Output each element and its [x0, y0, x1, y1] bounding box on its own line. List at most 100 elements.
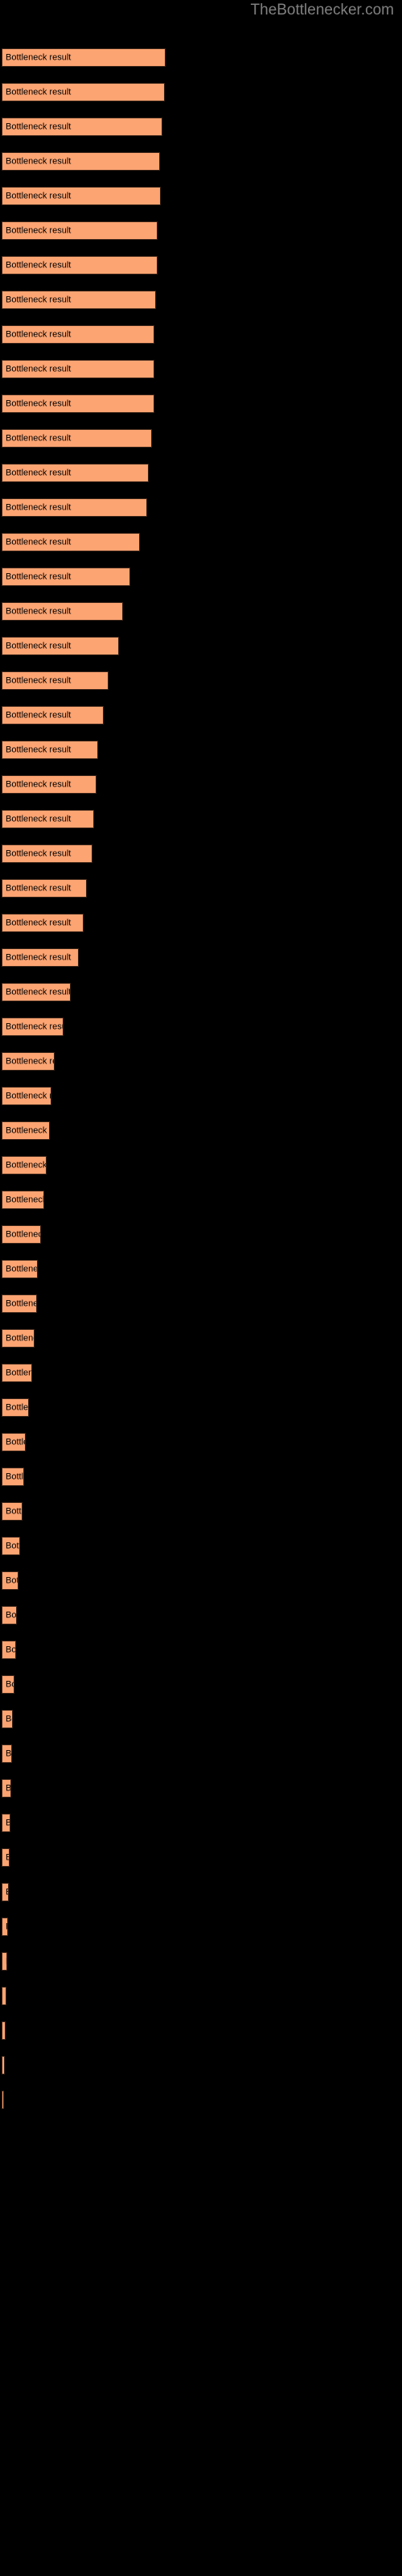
bar-label: Bottleneck result	[6, 1748, 12, 1758]
bar-item[interactable]: Bottleneck result	[2, 1225, 41, 1244]
bar-item[interactable]: Bottleneck result	[2, 152, 160, 171]
bar-item[interactable]: Bottleneck result	[2, 1744, 12, 1763]
bar-label: Bottleneck result	[6, 1022, 63, 1031]
bar-label: Bottleneck result	[6, 1645, 16, 1654]
bar-item[interactable]: Bottleneck result	[2, 1121, 50, 1140]
bar-item[interactable]: Bottleneck result	[2, 187, 161, 205]
bar-item[interactable]: Bottleneck result	[2, 1433, 26, 1451]
bar-item[interactable]: Bottleneck result	[2, 1848, 10, 1867]
bar-item[interactable]: Bottleneck result	[2, 360, 154, 378]
bar-label: Bottleneck result	[6, 952, 72, 962]
bar-label: Bottleneck result	[6, 606, 72, 616]
bar-item[interactable]: Bottleneck result	[2, 1398, 29, 1417]
bar-item[interactable]: Bottleneck result	[2, 1364, 32, 1382]
bar-item[interactable]: Bottleneck result	[2, 1018, 64, 1036]
bar-item[interactable]: Bottleneck result	[2, 1571, 18, 1590]
bar-label: Bottleneck result	[6, 1298, 36, 1308]
bar-item[interactable]: Bottleneck result	[2, 48, 166, 67]
bar-series: Bottleneck result Bottleneck result Bottle…	[0, 0, 402, 2576]
bar-item[interactable]: Bottleneck result	[2, 83, 165, 101]
bar-item[interactable]: Bottleneck result	[2, 1537, 20, 1555]
bar-item[interactable]: Bottleneck result	[2, 948, 79, 967]
bar-item[interactable]: Bottleneck result	[2, 118, 162, 136]
bar-label: Bottleneck result	[6, 918, 72, 927]
bar-label: Bottleneck result	[6, 364, 72, 374]
bar-label: Bottleneck result	[6, 502, 72, 512]
bar-item[interactable]: Bottleneck result	[2, 1294, 37, 1313]
bar-item[interactable]: Bottleneck result	[2, 914, 84, 932]
bar-item[interactable]: Bottleneck result	[2, 810, 94, 828]
bar-item[interactable]: Bottleneck result	[2, 1641, 16, 1659]
bar-item[interactable]: Bottleneck result	[2, 1814, 10, 1832]
bar-item[interactable]: Bottleneck result	[2, 1329, 35, 1348]
bar-label: Bottleneck result	[6, 848, 72, 858]
bar-label: Bottleneck result	[6, 1472, 24, 1481]
bar-item[interactable]: Bottleneck result	[2, 1710, 13, 1728]
bar-item[interactable]: Bottleneck result	[2, 637, 119, 655]
bar-label: Bottleneck result	[6, 260, 72, 270]
bar-label: Bottleneck result	[6, 641, 72, 650]
bar-item[interactable]: Bottleneck result	[2, 1883, 9, 1901]
bar-label: Bottleneck result	[6, 398, 72, 408]
bar-item[interactable]: Bottleneck result	[2, 221, 158, 240]
bar-label: Bottleneck result	[6, 122, 72, 131]
bar-item[interactable]: Bottleneck result	[2, 844, 92, 863]
bar-label: Bottleneck result	[6, 1852, 9, 1863]
bar-item[interactable]: Bottleneck result	[2, 1675, 14, 1694]
bar-item[interactable]: Bottleneck result	[2, 533, 140, 551]
bar-label: Bottleneck result	[6, 1887, 8, 1897]
bar-label: Bottleneck result	[6, 433, 72, 443]
bar-label: Bottleneck result	[6, 537, 72, 547]
bar-label: Bottleneck result	[6, 1922, 7, 1932]
bar-item[interactable]: Bottleneck result	[2, 394, 154, 413]
bar-item[interactable]: Bottleneck result	[2, 1468, 24, 1486]
bar-item[interactable]: Bottleneck result	[2, 1918, 8, 1936]
bar-item[interactable]: Bottleneck result	[2, 706, 104, 724]
bar-item[interactable]: Bottleneck result	[2, 498, 147, 517]
bar-label: Bottleneck result	[6, 1506, 23, 1516]
bar-item[interactable]: Bottleneck result	[2, 2091, 4, 2109]
bar-label: Bottleneck result	[6, 329, 72, 339]
bar-label: Bottleneck result	[6, 225, 72, 235]
bar-label: Bottleneck result	[6, 156, 72, 166]
bar-label: Bottleneck result	[6, 87, 72, 97]
bar-item[interactable]: Bottleneck result	[2, 568, 130, 586]
bar-item[interactable]: Bottleneck result	[2, 1191, 44, 1209]
bar-item[interactable]: Bottleneck result	[2, 464, 149, 482]
bar-label: Bottleneck result	[6, 1818, 10, 1828]
bar-item[interactable]: Bottleneck result	[2, 602, 123, 621]
bar-item[interactable]: Bottleneck result	[2, 1260, 38, 1278]
bar-item[interactable]: Bottleneck result	[2, 291, 156, 309]
bar-label: Bottleneck result	[6, 1333, 34, 1343]
bar-label: Bottleneck result	[6, 1679, 14, 1689]
bar-item[interactable]: Bottleneck result	[2, 775, 96, 794]
bar-label: Bottleneck result	[6, 468, 72, 477]
bar-item[interactable]: Bottleneck result	[2, 1779, 11, 1798]
bar-item[interactable]: Bottleneck result	[2, 1156, 47, 1174]
bar-label: Bottleneck result	[6, 295, 72, 304]
bar-label: Bottleneck result	[6, 1229, 40, 1239]
bar-label: Bottleneck result	[6, 1783, 11, 1793]
bar-item[interactable]: Bottleneck result	[2, 671, 109, 690]
bar-item[interactable]: Bottleneck result	[2, 1052, 55, 1071]
bar-label: Bottleneck result	[6, 191, 72, 200]
bar-item[interactable]: Bottleneck result	[2, 1087, 51, 1105]
bar-item[interactable]: Bottleneck result	[2, 256, 158, 275]
bar-label: Bottleneck result	[6, 814, 72, 824]
bar-item[interactable]: Bottleneck result	[2, 1952, 7, 1971]
bar-item[interactable]: Bottleneck result	[2, 2056, 5, 2074]
bar-item[interactable]: Bottleneck result	[2, 1606, 17, 1624]
bar-item[interactable]: Bottleneck result	[2, 983, 71, 1001]
bar-item[interactable]: Bottleneck result	[2, 879, 87, 898]
bar-label: Bottleneck result	[6, 745, 72, 754]
bar-label: Bottleneck result	[6, 1541, 19, 1550]
bar-item[interactable]: Bottleneck result	[2, 1502, 23, 1521]
bottleneck-chart: TheBottlenecker.com Bottleneck result Bot…	[0, 0, 402, 2576]
bar-item[interactable]: Bottleneck result	[2, 429, 152, 448]
bar-item[interactable]: Bottleneck result	[2, 741, 98, 759]
bar-item[interactable]: Bottleneck result	[2, 325, 154, 344]
bar-label: Bottleneck result	[6, 1437, 25, 1447]
bar-item[interactable]: Bottleneck result	[2, 1987, 6, 2005]
bar-item[interactable]: Bottleneck result	[2, 2021, 6, 2040]
bar-label: Bottleneck result	[6, 1195, 44, 1204]
